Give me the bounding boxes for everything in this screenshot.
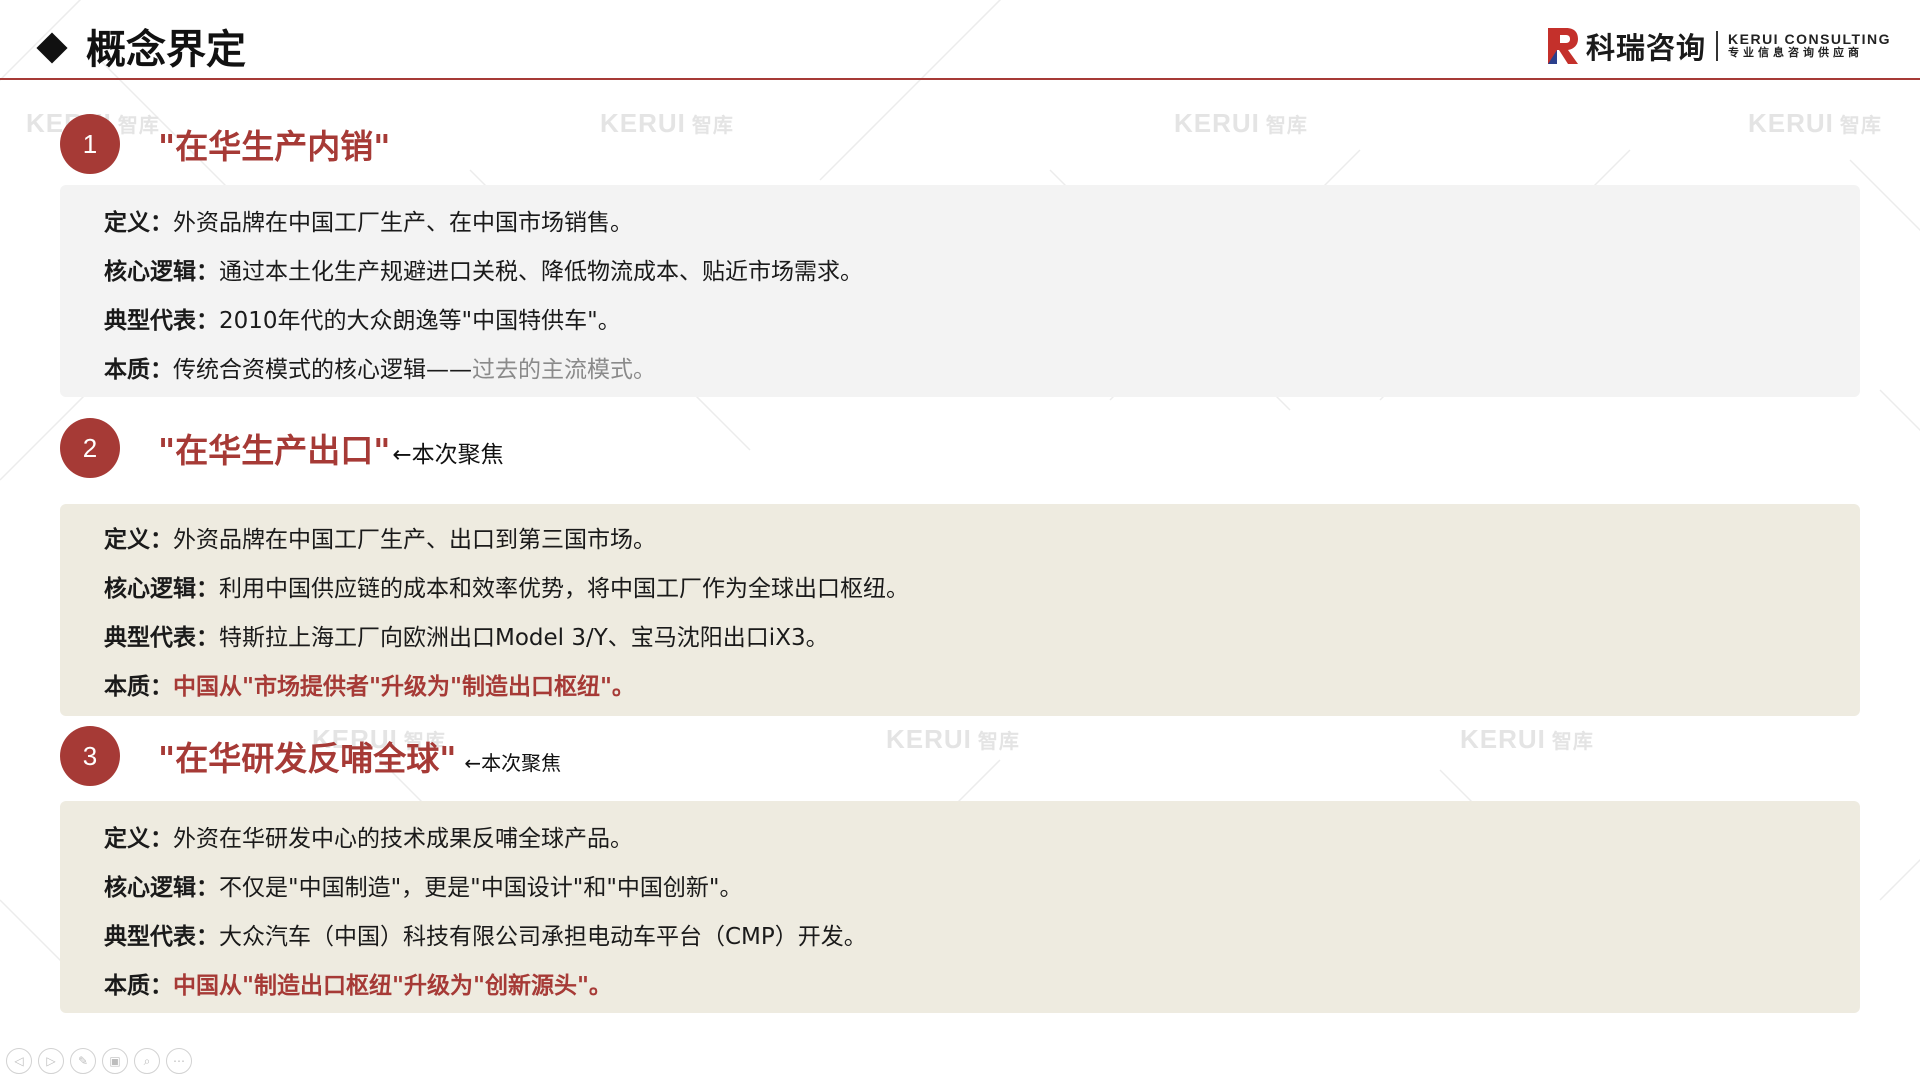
- row-label: 定义：: [104, 826, 173, 852]
- section-number-badge: 3: [60, 726, 120, 786]
- page-title: 概念界定: [86, 27, 246, 73]
- row-label: 典型代表：: [104, 625, 219, 651]
- diamond-bullet-icon: [36, 32, 68, 64]
- section-title: "在华生产内销": [158, 127, 391, 166]
- brand-english: KERUI CONSULTING 专业信息咨询供应商: [1728, 32, 1891, 60]
- section-number-badge: 1: [60, 114, 120, 174]
- focus-note: ←本次聚焦: [464, 751, 562, 775]
- core-logic-row: 核心逻辑：利用中国供应链的成本和效率优势，将中国工厂作为全球出口枢纽。: [104, 573, 909, 605]
- section-heading: "在华生产出口" ←本次聚焦: [158, 424, 504, 472]
- section-number-badge: 2: [60, 418, 120, 478]
- more-icon[interactable]: ⋯: [166, 1048, 192, 1074]
- essence-row: 本质：传统合资模式的核心逻辑——过去的主流模式。: [104, 354, 656, 386]
- row-text: 外资品牌在中国工厂生产、在中国市场销售。: [173, 210, 633, 236]
- example-row: 典型代表：特斯拉上海工厂向欧洲出口Model 3/Y、宝马沈阳出口iX3。: [104, 622, 829, 654]
- definition-row: 定义：外资品牌在中国工厂生产、出口到第三国市场。: [104, 524, 656, 556]
- section-title: "在华研发反哺全球": [158, 739, 457, 778]
- slides-icon[interactable]: ▣: [102, 1048, 128, 1074]
- section-heading: "在华研发反哺全球" ←本次聚焦: [158, 732, 561, 780]
- row-text: 外资在华研发中心的技术成果反哺全球产品。: [173, 826, 633, 852]
- essence-row: 本质：中国从"市场提供者"升级为"制造出口枢纽"。: [104, 671, 635, 703]
- example-row: 典型代表：大众汽车（中国）科技有限公司承担电动车平台（CMP）开发。: [104, 921, 867, 953]
- brand-english-name: KERUI CONSULTING: [1728, 31, 1891, 47]
- header-divider: [0, 78, 1920, 80]
- watermark-text: KERUI智库: [886, 724, 1020, 754]
- essence-row: 本质：中国从"制造出口枢纽"升级为"创新源头"。: [104, 970, 612, 1002]
- section-card: 定义：外资品牌在中国工厂生产、在中国市场销售。 核心逻辑：通过本土化生产规避进口…: [60, 185, 1860, 397]
- definition-row: 定义：外资在华研发中心的技术成果反哺全球产品。: [104, 823, 633, 855]
- definition-row: 定义：外资品牌在中国工厂生产、在中国市场销售。: [104, 207, 633, 239]
- example-row: 典型代表：2010年代的大众朗逸等"中国特供车"。: [104, 305, 621, 337]
- row-text-highlight: 中国从"市场提供者"升级为"制造出口枢纽"。: [173, 674, 635, 700]
- slideshow-toolbar: ◁ ▷ ✎ ▣ ⌕ ⋯: [6, 1048, 192, 1074]
- row-text: 通过本土化生产规避进口关税、降低物流成本、贴近市场需求。: [219, 259, 863, 285]
- row-text: 利用中国供应链的成本和效率优势，将中国工厂作为全球出口枢纽。: [219, 576, 909, 602]
- row-text: 2010年代的大众朗逸等"中国特供车"。: [219, 308, 621, 334]
- watermark-text: KERUI智库: [1174, 108, 1308, 138]
- row-label: 核心逻辑：: [104, 259, 219, 285]
- row-label: 核心逻辑：: [104, 875, 219, 901]
- pen-icon[interactable]: ✎: [70, 1048, 96, 1074]
- slide: KERUI智库 KERUI智库 KERUI智库 KERUI智库 KERUI智库 …: [0, 0, 1920, 1080]
- section-title: "在华生产出口": [158, 431, 391, 470]
- kerui-logo-icon: [1548, 28, 1578, 64]
- brand-logo-block: 科瑞咨询 KERUI CONSULTING 专业信息咨询供应商: [1548, 26, 1891, 66]
- row-text: 外资品牌在中国工厂生产、出口到第三国市场。: [173, 527, 656, 553]
- brand-divider: [1716, 31, 1719, 61]
- slide-header: 概念界定 科瑞咨询 KERUI CONSULTING 专业信息咨询供应商: [0, 0, 1920, 80]
- section-card: 定义：外资在华研发中心的技术成果反哺全球产品。 核心逻辑：不仅是"中国制造"，更…: [60, 801, 1860, 1013]
- row-text: 特斯拉上海工厂向欧洲出口Model 3/Y、宝马沈阳出口iX3。: [219, 625, 829, 651]
- row-text: 传统合资模式的核心逻辑——: [173, 357, 472, 383]
- row-label: 核心逻辑：: [104, 576, 219, 602]
- row-label: 本质：: [104, 357, 173, 383]
- zoom-icon[interactable]: ⌕: [134, 1048, 160, 1074]
- row-text-muted: 过去的主流模式。: [472, 357, 656, 383]
- focus-note: ←本次聚焦: [392, 442, 504, 468]
- watermark-text: KERUI智库: [1460, 724, 1594, 754]
- row-label: 典型代表：: [104, 308, 219, 334]
- brand-tagline: 专业信息咨询供应商: [1728, 46, 1864, 59]
- row-label: 定义：: [104, 210, 173, 236]
- row-text: 大众汽车（中国）科技有限公司承担电动车平台（CMP）开发。: [219, 924, 867, 950]
- brand-name: 科瑞咨询: [1586, 31, 1707, 65]
- core-logic-row: 核心逻辑：通过本土化生产规避进口关税、降低物流成本、贴近市场需求。: [104, 256, 863, 288]
- row-text-highlight: 中国从"制造出口枢纽"升级为"创新源头"。: [173, 973, 612, 999]
- watermark-text: KERUI智库: [1748, 108, 1882, 138]
- row-label: 定义：: [104, 527, 173, 553]
- row-label: 典型代表：: [104, 924, 219, 950]
- row-text: 不仅是"中国制造"，更是"中国设计"和"中国创新"。: [219, 875, 743, 901]
- prev-icon[interactable]: ◁: [6, 1048, 32, 1074]
- row-label: 本质：: [104, 674, 173, 700]
- next-icon[interactable]: ▷: [38, 1048, 64, 1074]
- section-heading: "在华生产内销": [158, 120, 390, 168]
- watermark-text: KERUI智库: [600, 108, 734, 138]
- section-card: 定义：外资品牌在中国工厂生产、出口到第三国市场。 核心逻辑：利用中国供应链的成本…: [60, 504, 1860, 716]
- row-label: 本质：: [104, 973, 173, 999]
- core-logic-row: 核心逻辑：不仅是"中国制造"，更是"中国设计"和"中国创新"。: [104, 872, 742, 904]
